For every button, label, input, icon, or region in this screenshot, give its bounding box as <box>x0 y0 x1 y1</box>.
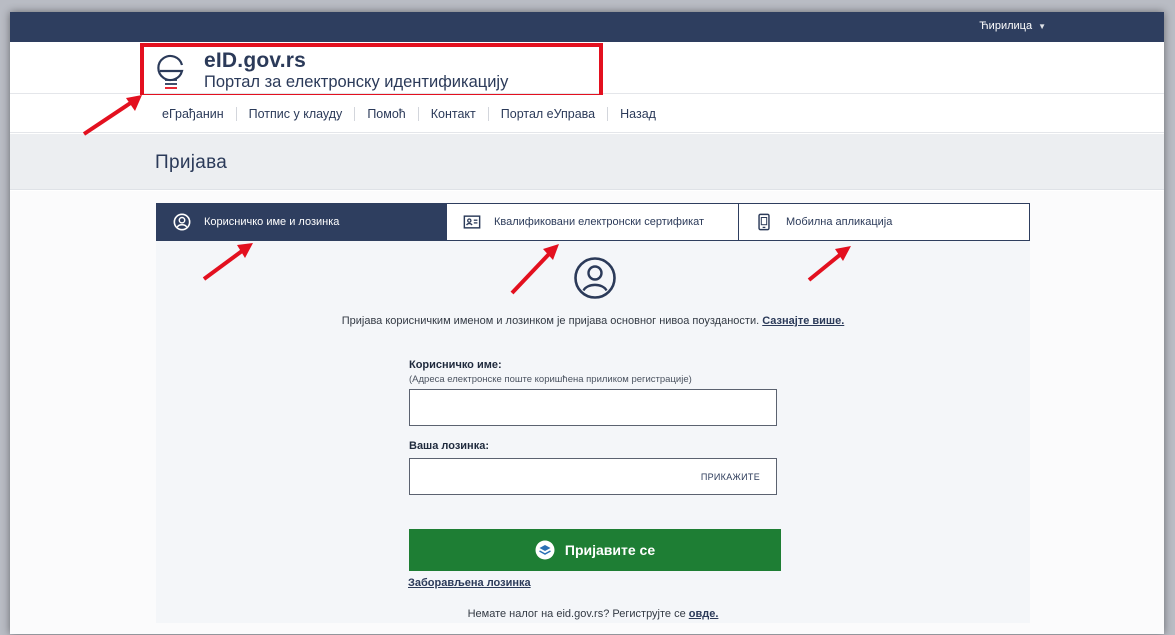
register-prompt: Немате налог на eid.gov.rs? Региструјте … <box>302 608 884 620</box>
user-circle-icon <box>173 213 191 231</box>
browser-page: Ћирилица ▼ eID.gov.rs Портал за електрон… <box>10 12 1164 634</box>
nav-item-egradjanin[interactable]: еГрађанин <box>162 107 249 121</box>
login-form: Корисничко име: (Адреса електронске пошт… <box>409 359 779 495</box>
nav-item-euprava[interactable]: Портал еУправа <box>501 107 620 121</box>
page-title-band: Пријава <box>10 134 1164 190</box>
nav-item-back[interactable]: Назад <box>620 107 656 121</box>
login-method-tabs: Корисничко име и лозинка Квалификовани е… <box>156 203 1030 241</box>
login-card: Корисничко име и лозинка Квалификовани е… <box>156 203 1030 623</box>
chevron-down-icon: ▼ <box>1038 21 1046 31</box>
tab-label: Квалификовани електронски сертификат <box>494 216 705 228</box>
eid-badge-icon <box>535 540 555 560</box>
username-label: Корисничко име: <box>409 359 502 371</box>
tab-username-password[interactable]: Корисничко име и лозинка <box>156 203 447 241</box>
site-subtitle: Портал за електронску идентификацију <box>204 73 509 91</box>
password-field[interactable]: ПРИКАЖИТЕ <box>409 458 777 495</box>
main-nav: еГрађанин Потпис у клауду Помоћ Контакт … <box>10 95 1164 133</box>
id-card-icon <box>463 215 481 229</box>
tab-qualified-certificate[interactable]: Квалификовани електронски сертификат <box>447 203 739 241</box>
nav-item-contact[interactable]: Контакт <box>431 107 501 121</box>
username-input[interactable] <box>410 390 776 425</box>
username-hint: (Адреса електронске поште коришћена прил… <box>409 374 692 385</box>
page-title: Пријава <box>155 152 228 173</box>
language-selector[interactable]: Ћирилица ▼ <box>979 20 1046 32</box>
language-label: Ћирилица <box>979 20 1033 32</box>
site-header: eID.gov.rs Портал за електронску идентиф… <box>10 42 1164 98</box>
logo-highlight-box[interactable]: eID.gov.rs Портал за електронску идентиф… <box>140 43 603 98</box>
mobile-phone-icon <box>758 213 770 231</box>
password-label: Ваша лозинка: <box>409 440 489 452</box>
show-password-button[interactable]: ПРИКАЖИТЕ <box>701 472 760 482</box>
submit-label: Пријавите се <box>564 542 656 558</box>
register-link[interactable]: овде. <box>689 608 719 620</box>
intro-text: Пријава корисничким именом и лозинком је… <box>341 315 763 327</box>
learn-more-link[interactable]: Сазнајте више. <box>762 315 844 327</box>
tab-mobile-app[interactable]: Мобилна апликација <box>739 203 1030 241</box>
forgot-password-link[interactable]: Заборављена лозинка <box>408 577 531 589</box>
site-title: eID.gov.rs <box>204 49 306 72</box>
nav-item-help[interactable]: Помоћ <box>367 107 430 121</box>
login-submit-button[interactable]: Пријавите се <box>409 529 781 571</box>
register-text: Немате налог на eid.gov.rs? Региструјте … <box>467 608 689 620</box>
content-area: Корисничко име и лозинка Квалификовани е… <box>10 191 1164 634</box>
username-field[interactable] <box>409 389 777 426</box>
login-intro: Пријава корисничким именом и лозинком је… <box>302 314 884 328</box>
tab-label: Мобилна апликација <box>786 216 893 228</box>
top-bar: Ћирилица ▼ <box>10 12 1164 42</box>
tab-label: Корисничко име и лозинка <box>204 216 340 228</box>
user-avatar-icon <box>574 257 616 299</box>
nav-item-cloud-signature[interactable]: Потпис у клауду <box>249 107 368 121</box>
eid-logo-icon <box>157 54 184 89</box>
